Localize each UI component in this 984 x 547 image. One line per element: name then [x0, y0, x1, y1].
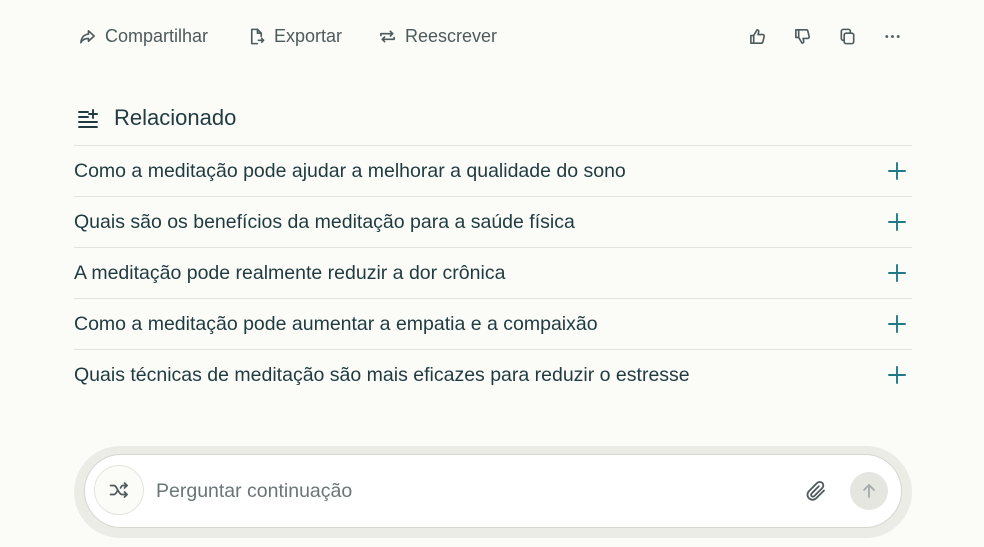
rewrite-label: Reescrever — [405, 25, 498, 46]
follow-up-input[interactable] — [154, 476, 778, 506]
related-item[interactable]: Como a meditação pode aumentar a empatia… — [74, 298, 912, 349]
copy-button[interactable] — [835, 24, 859, 48]
related-item-label: Como a meditação pode aumentar a empatia… — [74, 312, 598, 335]
related-item[interactable]: A meditação pode realmente reduzir a dor… — [74, 247, 912, 298]
thumbs-up-button[interactable] — [745, 24, 769, 48]
related-item-label: A meditação pode realmente reduzir a dor… — [74, 261, 506, 284]
more-options-button[interactable] — [880, 24, 904, 48]
shuffle-button[interactable] — [94, 465, 144, 515]
thumbs-down-button[interactable] — [790, 24, 814, 48]
related-item-label: Como a meditação pode ajudar a melhorar … — [74, 159, 626, 182]
related-section-header: Relacionado — [76, 104, 236, 132]
share-button[interactable]: Compartilhar — [78, 24, 208, 48]
export-label: Exportar — [274, 25, 343, 46]
plus-icon[interactable] — [886, 211, 908, 233]
thumbs-down-icon — [793, 27, 812, 46]
answer-toolbar: Compartilhar Exportar Reescrever — [0, 0, 984, 72]
related-list: Como a meditação pode ajudar a melhorar … — [74, 145, 912, 400]
send-button[interactable] — [850, 472, 888, 510]
related-item-label: Quais técnicas de meditação são mais efi… — [74, 363, 690, 386]
related-item-label: Quais são os benefícios da meditação par… — [74, 210, 575, 233]
export-icon — [247, 27, 266, 46]
related-item[interactable]: Como a meditação pode ajudar a melhorar … — [74, 145, 912, 196]
plus-icon[interactable] — [886, 160, 908, 182]
share-label: Compartilhar — [105, 25, 209, 46]
related-title: Relacionado — [114, 105, 237, 130]
copy-icon — [838, 27, 857, 46]
more-icon — [883, 27, 902, 46]
related-item[interactable]: Quais são os benefícios da meditação par… — [74, 196, 912, 247]
arrow-up-icon — [860, 482, 878, 500]
paperclip-icon — [804, 479, 828, 503]
rewrite-button[interactable]: Reescrever — [378, 24, 497, 48]
related-item[interactable]: Quais técnicas de meditação são mais efi… — [74, 349, 912, 400]
thumbs-up-icon — [748, 27, 767, 46]
rewrite-icon — [378, 27, 397, 46]
related-list-icon — [76, 106, 100, 130]
shuffle-icon — [108, 479, 130, 501]
plus-icon[interactable] — [886, 313, 908, 335]
attach-button[interactable] — [802, 477, 830, 505]
share-icon — [78, 27, 97, 46]
plus-icon[interactable] — [886, 262, 908, 284]
export-button[interactable]: Exportar — [247, 24, 342, 48]
plus-icon[interactable] — [886, 364, 908, 386]
